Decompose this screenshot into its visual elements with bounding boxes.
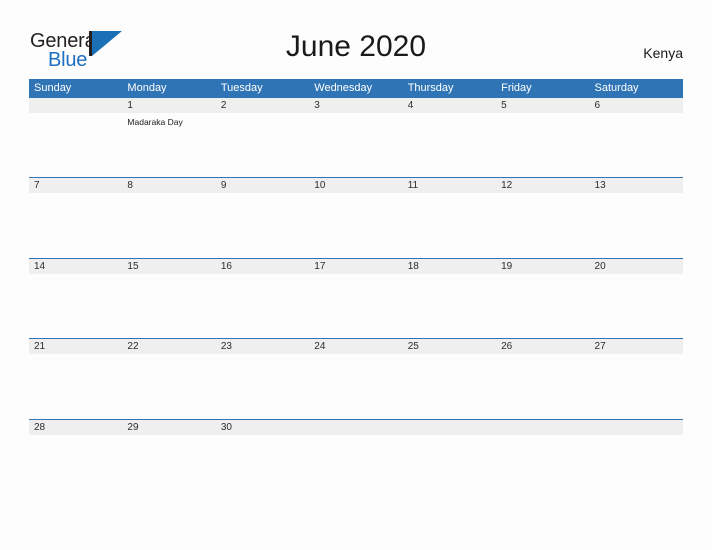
day-number[interactable]: 8 [122,178,215,193]
week-date-band: 7 8 9 10 11 12 13 [29,178,683,194]
page-title: June 2020 [285,30,427,63]
day-number[interactable] [29,98,122,113]
day-cell[interactable] [29,435,122,499]
week-event-band [29,193,683,257]
day-number[interactable]: 21 [29,339,122,354]
day-number[interactable]: 18 [403,259,496,274]
day-number[interactable]: 6 [590,98,683,113]
day-number[interactable]: 14 [29,259,122,274]
day-number[interactable]: 10 [309,178,402,193]
weekday-thursday: Thursday [407,82,454,94]
event-label: Madaraka Day [127,117,183,127]
day-number[interactable]: 3 [309,98,402,113]
day-number[interactable]: 17 [309,259,402,274]
day-cell[interactable] [590,193,683,257]
day-cell[interactable] [590,435,683,499]
day-cell[interactable] [309,113,402,177]
day-cell[interactable] [216,193,309,257]
day-cell[interactable]: Madaraka Day [122,113,215,177]
day-cell[interactable] [29,113,122,177]
weekday-monday: Monday [127,82,167,94]
day-number[interactable]: 4 [403,98,496,113]
day-number[interactable]: 5 [496,98,589,113]
day-number[interactable]: 11 [403,178,496,193]
day-number[interactable]: 16 [216,259,309,274]
day-number[interactable]: 7 [29,178,122,193]
day-cell[interactable] [590,113,683,177]
day-cell[interactable] [403,274,496,338]
weekday-friday: Friday [501,82,532,94]
day-cell[interactable] [29,274,122,338]
day-cell[interactable] [496,435,589,499]
calendar-grid: Sunday Monday Tuesday Wednesday Thursday… [29,79,683,499]
week-date-band: 21 22 23 24 25 26 27 [29,339,683,355]
weekday-tuesday: Tuesday [220,82,263,94]
day-number[interactable]: 29 [122,420,215,435]
day-cell[interactable] [403,113,496,177]
day-number[interactable] [590,420,683,435]
day-cell[interactable] [309,354,402,418]
day-cell[interactable] [29,193,122,257]
day-cell[interactable] [590,274,683,338]
day-number[interactable]: 15 [122,259,215,274]
day-number[interactable] [496,420,589,435]
day-cell[interactable] [216,354,309,418]
day-number[interactable]: 24 [309,339,402,354]
week-row: 21 22 23 24 25 26 27 [29,338,683,418]
day-cell[interactable] [403,193,496,257]
week-date-band: 14 15 16 17 18 19 20 [29,258,683,274]
day-number[interactable]: 25 [403,339,496,354]
day-number[interactable]: 1 [122,98,215,113]
day-cell[interactable] [216,113,309,177]
week-event-band: Madaraka Day [29,113,683,177]
day-number[interactable] [403,420,496,435]
day-number[interactable]: 26 [496,339,589,354]
day-number[interactable]: 9 [216,178,309,193]
week-row: 7 8 9 10 11 12 13 [29,177,683,257]
day-number[interactable]: 19 [496,259,589,274]
day-cell[interactable] [122,354,215,418]
day-number[interactable]: 30 [216,420,309,435]
day-cell[interactable] [309,435,402,499]
day-cell[interactable] [216,435,309,499]
day-cell[interactable] [403,354,496,418]
day-number[interactable]: 20 [590,259,683,274]
day-number[interactable]: 12 [496,178,589,193]
day-cell[interactable] [29,354,122,418]
week-event-band [29,274,683,338]
day-cell[interactable] [403,435,496,499]
day-number[interactable]: 23 [216,339,309,354]
region-label: Kenya [643,45,683,61]
day-cell[interactable] [496,274,589,338]
day-cell[interactable] [309,193,402,257]
day-cell[interactable] [496,113,589,177]
day-cell[interactable] [122,435,215,499]
week-row: 14 15 16 17 18 19 20 [29,257,683,338]
day-number[interactable]: 22 [122,339,215,354]
day-cell[interactable] [590,354,683,418]
day-cell[interactable] [122,274,215,338]
page-header: General Blue June 2020 Kenya [0,0,712,79]
day-cell[interactable] [309,274,402,338]
week-date-band: 28 29 30 [29,419,683,435]
day-cell[interactable] [496,193,589,257]
day-number[interactable] [309,420,402,435]
week-event-band [29,354,683,418]
day-number[interactable]: 27 [590,339,683,354]
day-cell[interactable] [216,274,309,338]
day-cell[interactable] [122,193,215,257]
day-number[interactable]: 2 [216,98,309,113]
day-cell[interactable] [496,354,589,418]
day-number[interactable]: 13 [590,178,683,193]
weekday-wednesday: Wednesday [314,82,373,94]
week-event-band [29,435,683,499]
weekday-header-row: Sunday Monday Tuesday Wednesday Thursday… [29,79,683,97]
calendar-page: General Blue June 2020 Kenya Sunday Mond… [0,0,712,550]
week-row: 1 2 3 4 5 6 Madaraka Day [29,97,683,177]
day-number[interactable]: 28 [29,420,122,435]
week-date-band: 1 2 3 4 5 6 [29,98,683,113]
weekday-saturday: Saturday [594,82,639,94]
week-row: 28 29 30 [29,418,683,499]
weekday-sunday: Sunday [34,82,72,94]
